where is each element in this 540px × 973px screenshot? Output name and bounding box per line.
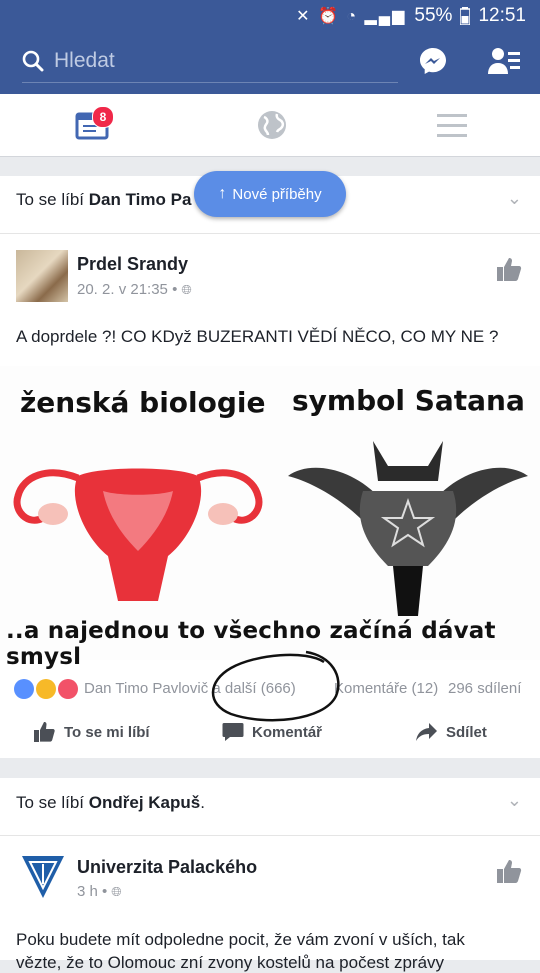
comments-count[interactable]: Komentáře (12) xyxy=(334,680,438,697)
post-actions: To se mi líbí Komentář Sdílet xyxy=(0,714,540,750)
share-button[interactable]: Sdílet xyxy=(416,722,487,742)
messenger-icon[interactable] xyxy=(418,46,448,76)
post-time[interactable]: 20. 2. v 21:35 • xyxy=(77,281,177,298)
post-image[interactable]: ženská biologie symbol Satana ..a najedn… xyxy=(0,366,540,670)
post-time[interactable]: 3 h • xyxy=(77,883,107,900)
comment-icon xyxy=(222,723,244,741)
like-reaction-icon xyxy=(14,679,34,699)
app-header: Hledat xyxy=(0,32,540,94)
clock: 12:51 xyxy=(478,5,526,26)
globe-icon: 🌐︎ xyxy=(181,281,192,297)
uterus-illustration xyxy=(13,468,263,601)
like-button[interactable]: To se mi líbí xyxy=(34,722,150,742)
globe-tab-icon[interactable] xyxy=(252,108,292,142)
friend-name[interactable]: Dan Timo Pa xyxy=(89,190,192,209)
liked-by-line: To se líbí Ondřej Kapuš. xyxy=(16,793,205,812)
friend-requests-icon[interactable] xyxy=(488,46,522,76)
menu-tab-icon[interactable] xyxy=(432,108,472,142)
meme-left-caption: ženská biologie xyxy=(20,386,266,419)
page-avatar[interactable] xyxy=(16,250,68,302)
search-input[interactable]: Hledat xyxy=(22,40,398,83)
satanic-symbol-illustration xyxy=(288,441,528,616)
post-text-line: vězte, že to Olomouc zní zvony kostelů n… xyxy=(16,953,445,972)
share-icon xyxy=(416,723,437,741)
notification-badge: 8 xyxy=(92,106,114,128)
post-text-line: Poku budete mít odpoledne pocit, že vám … xyxy=(16,930,465,949)
tab-bar xyxy=(0,94,540,157)
shares-count[interactable]: 296 sdílení xyxy=(448,680,521,697)
like-page-icon[interactable] xyxy=(496,256,522,282)
university-logo[interactable] xyxy=(20,854,66,900)
post-text: A doprdele ?! CO KDyž BUZERANTI VĚDÍ NĚC… xyxy=(16,327,499,346)
status-bar: ✕ ⏰ ◔ ▂▄▆ 55% 12:51 xyxy=(0,0,540,32)
new-stories-button[interactable]: ↑ Nové příběhy xyxy=(194,171,346,217)
battery-percent: 55% xyxy=(414,5,453,26)
friend-name[interactable]: Ondřej Kapuš xyxy=(89,793,200,812)
status-icons: ✕ ⏰ ◔ ▂▄▆ xyxy=(296,8,407,25)
story-card: To se líbí Ondřej Kapuš. ⌄ Univerzita Pa… xyxy=(0,778,540,972)
haha-reaction-icon xyxy=(36,679,56,699)
new-stories-label: Nové příběhy xyxy=(232,185,322,203)
liked-by-line: To se líbí Dan Timo Pa xyxy=(16,190,192,209)
battery-icon xyxy=(460,7,471,25)
divider xyxy=(0,233,540,234)
globe-icon: 🌐︎ xyxy=(111,883,122,899)
meme-right-caption: symbol Satana xyxy=(292,384,525,417)
post-author[interactable]: Univerzita Palackého xyxy=(77,857,257,878)
divider xyxy=(0,835,540,836)
love-reaction-icon xyxy=(58,679,78,699)
like-page-icon[interactable] xyxy=(496,858,522,884)
search-placeholder: Hledat xyxy=(54,49,115,72)
comment-button[interactable]: Komentář xyxy=(222,722,322,742)
arrow-up-icon: ↑ xyxy=(218,185,227,202)
search-icon xyxy=(22,50,44,72)
chevron-down-icon[interactable]: ⌄ xyxy=(507,188,522,209)
post-author[interactable]: Prdel Srandy xyxy=(77,254,188,275)
thumbs-up-icon xyxy=(34,722,55,742)
chevron-down-icon[interactable]: ⌄ xyxy=(507,790,522,811)
